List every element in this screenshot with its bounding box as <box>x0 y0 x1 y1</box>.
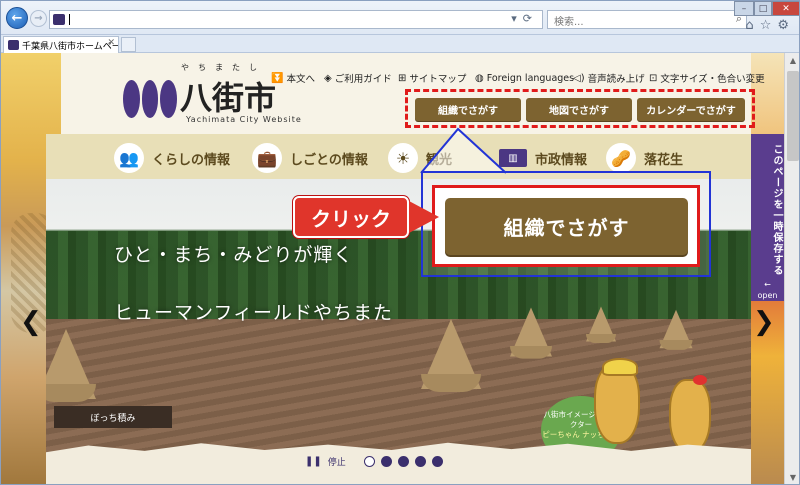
nav-item-work[interactable]: 💼 しごとの情報 <box>252 142 368 174</box>
tab-close-icon[interactable]: ✕ <box>107 38 115 48</box>
hero-tagline-1: ひと・まち・みどりが輝く <box>114 244 354 266</box>
scroll-down-icon[interactable]: ▼ <box>785 470 799 484</box>
util-label: サイトマップ <box>409 74 467 85</box>
zoomed-org-search-button[interactable]: 組織でさがす <box>445 198 688 255</box>
nav-item-tourism[interactable]: ☀ 観光 <box>388 142 452 174</box>
browser-tools: ⌂☆⚙ <box>745 18 795 33</box>
slide-prev-icon[interactable]: ❮ <box>20 307 42 337</box>
arrow-left-icon: ← <box>764 280 771 289</box>
util-link-textsize[interactable]: ⊡ 文字サイズ・色合い変更 <box>649 71 765 86</box>
slide-dot[interactable] <box>397 455 409 467</box>
people-icon: 👥 <box>114 143 144 173</box>
text-size-icon: ⊡ <box>649 72 658 84</box>
forward-button[interactable]: → <box>30 10 47 27</box>
logo-name[interactable]: 八街市 <box>180 73 276 119</box>
nav-label: くらしの情報 <box>152 152 231 168</box>
nav-label: 観光 <box>426 152 453 168</box>
address-controls[interactable]: ▾⟳ <box>511 12 538 25</box>
city-logo-icon[interactable] <box>123 80 178 118</box>
slide-dot[interactable] <box>414 455 426 467</box>
guide-icon: ◈ <box>324 72 332 84</box>
straw-stack <box>421 319 481 392</box>
close-window-button[interactable]: ✕ <box>772 1 799 16</box>
new-tab-button[interactable] <box>121 37 136 52</box>
nav-label: しごとの情報 <box>290 152 368 168</box>
home-icon[interactable]: ⌂ <box>745 18 759 33</box>
pause-icon[interactable]: ❚❚ <box>305 456 322 467</box>
browser-toolbar: ← → ▾⟳ 検索... ⌕ – □ ✕ ⌂☆⚙ <box>1 1 799 35</box>
util-link-skip[interactable]: ⏬ 本文へ <box>271 71 315 86</box>
straw-stack <box>510 307 552 359</box>
nav-label: 落花生 <box>644 152 684 168</box>
util-label: 音声読み上げ <box>587 74 645 85</box>
mascot-pea-chan <box>594 358 640 444</box>
nav-label: 市政情報 <box>535 152 588 168</box>
straw-stack <box>659 309 693 350</box>
tab-favicon-icon <box>8 40 19 50</box>
hero-field <box>46 319 751 456</box>
mascot-nat-chan <box>669 375 711 453</box>
back-button[interactable]: ← <box>6 7 28 29</box>
address-bar[interactable]: ▾⟳ <box>49 10 543 29</box>
click-instruction-label: クリック <box>293 196 409 238</box>
briefcase-icon: 💼 <box>252 143 282 173</box>
side-tab-open[interactable]: ← open <box>751 279 784 301</box>
scroll-thumb[interactable] <box>787 71 799 161</box>
minimize-button[interactable]: – <box>734 1 754 16</box>
sitemap-icon: ⊞ <box>398 72 407 84</box>
slide-pager: ❚❚ 停止 <box>305 454 443 468</box>
util-label: Foreign languages <box>486 72 575 84</box>
nav-item-peanut[interactable]: 🥜 落花生 <box>606 142 683 174</box>
straw-stack <box>586 306 616 343</box>
slide-dot[interactable] <box>363 455 375 467</box>
arrow-down-icon: ⏬ <box>271 72 284 84</box>
click-arrow-icon <box>409 201 439 233</box>
highlight-dashed-frame <box>405 89 755 128</box>
save-page-side-tab[interactable]: このページを一時保存する <box>751 134 784 301</box>
globe-icon: ◍ <box>475 72 484 84</box>
tab-title: 千葉県八街市ホームペー... <box>22 42 119 52</box>
slide-dot[interactable] <box>431 455 443 467</box>
favorites-star-icon[interactable]: ☆ <box>760 18 778 33</box>
hero-caption: ぼっち積み <box>54 406 172 428</box>
side-tab-label: このページを一時保存する <box>771 144 782 276</box>
logo-english: Yachimata City Website <box>186 115 302 124</box>
speaker-icon: ◁) <box>573 72 585 84</box>
vertical-scrollbar[interactable]: ▲ ▼ <box>784 53 799 484</box>
slide-next-icon[interactable]: ❯ <box>753 307 775 337</box>
util-link-foreign[interactable]: ◍ Foreign languages <box>475 71 574 85</box>
util-label: ご利用ガイド <box>334 74 392 85</box>
sun-icon: ☀ <box>388 143 418 173</box>
browser-window: ← → ▾⟳ 検索... ⌕ – □ ✕ ⌂☆⚙ 千葉県八街市ホームペー... … <box>0 0 800 485</box>
browser-tab[interactable]: 千葉県八街市ホームペー... ✕ <box>3 36 119 53</box>
search-placeholder: 検索... <box>554 17 584 28</box>
side-open-label: open <box>757 291 778 300</box>
maximize-button[interactable]: □ <box>754 1 772 16</box>
pause-label[interactable]: 停止 <box>328 455 346 468</box>
scroll-up-icon[interactable]: ▲ <box>785 53 799 69</box>
tab-bar: 千葉県八街市ホームペー... ✕ <box>1 35 799 53</box>
site-favicon-icon <box>53 14 65 25</box>
nav-item-city[interactable]: ▥ 市政情報 <box>499 142 587 174</box>
peanut-icon: 🥜 <box>606 143 636 173</box>
hero-tagline-2: ヒューマンフィールドやちまた <box>114 302 394 324</box>
building-icon: ▥ <box>499 149 527 167</box>
text-caret <box>69 14 70 25</box>
slide-dot[interactable] <box>380 455 392 467</box>
gear-icon[interactable]: ⚙ <box>777 18 795 33</box>
util-label: 文字サイズ・色合い変更 <box>660 74 765 85</box>
straw-stack <box>46 329 96 402</box>
util-link-guide[interactable]: ◈ ご利用ガイド <box>324 71 392 86</box>
browser-search-input[interactable]: 検索... ⌕ <box>547 10 747 29</box>
util-link-speech[interactable]: ◁) 音声読み上げ <box>573 71 645 86</box>
util-label: 本文へ <box>286 74 315 85</box>
util-link-sitemap[interactable]: ⊞ サイトマップ <box>398 71 467 86</box>
logo-ruby: やちまたし <box>181 63 266 72</box>
nav-item-living[interactable]: 👥 くらしの情報 <box>114 142 230 174</box>
